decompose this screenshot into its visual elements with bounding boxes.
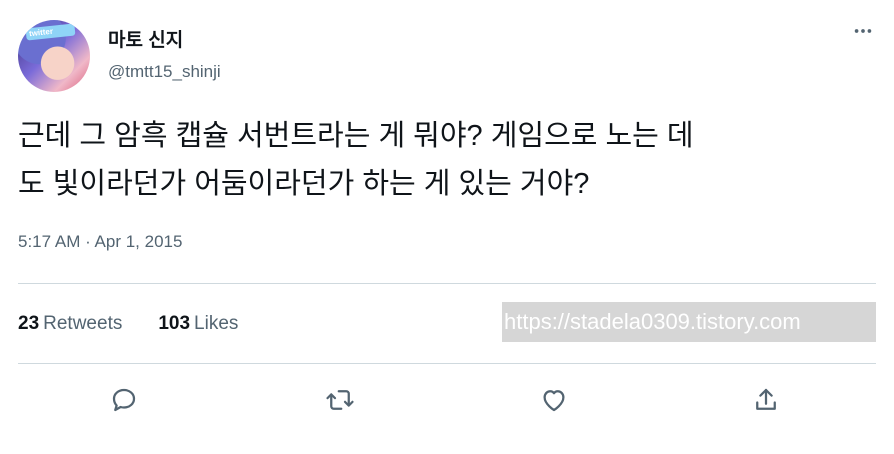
divider xyxy=(18,283,876,284)
retweet-icon[interactable] xyxy=(320,380,360,420)
watermark: https://stadela0309.tistory.com xyxy=(502,302,876,342)
user-handle[interactable]: @tmtt15_shinji xyxy=(108,62,221,82)
reply-icon[interactable] xyxy=(104,380,144,420)
retweets-label: Retweets xyxy=(43,313,123,334)
tweet-timestamp[interactable]: 5:17 AM · Apr 1, 2015 xyxy=(18,232,182,252)
avatar-badge-text: twitter xyxy=(25,23,76,41)
retweets-count: 23 xyxy=(18,313,40,334)
tweet-stats: 23 Retweets 103 Likes xyxy=(18,313,238,335)
avatar[interactable]: twitter xyxy=(18,20,90,92)
retweets-stat[interactable]: 23 Retweets xyxy=(18,313,122,335)
more-horizontal-icon[interactable] xyxy=(852,20,874,42)
likes-count: 103 xyxy=(158,313,191,334)
share-icon[interactable] xyxy=(746,380,786,420)
like-icon[interactable] xyxy=(534,380,574,420)
display-name[interactable]: 마토 신지 xyxy=(108,25,183,52)
divider xyxy=(18,363,876,364)
likes-stat[interactable]: 103 Likes xyxy=(158,313,238,335)
likes-label: Likes xyxy=(194,313,239,334)
action-bar xyxy=(0,380,894,424)
tweet-text: 근데 그 암흑 캡슐 서번트라는 게 뭐야? 게임으로 노는 데 도 빛이라던가… xyxy=(18,120,694,200)
